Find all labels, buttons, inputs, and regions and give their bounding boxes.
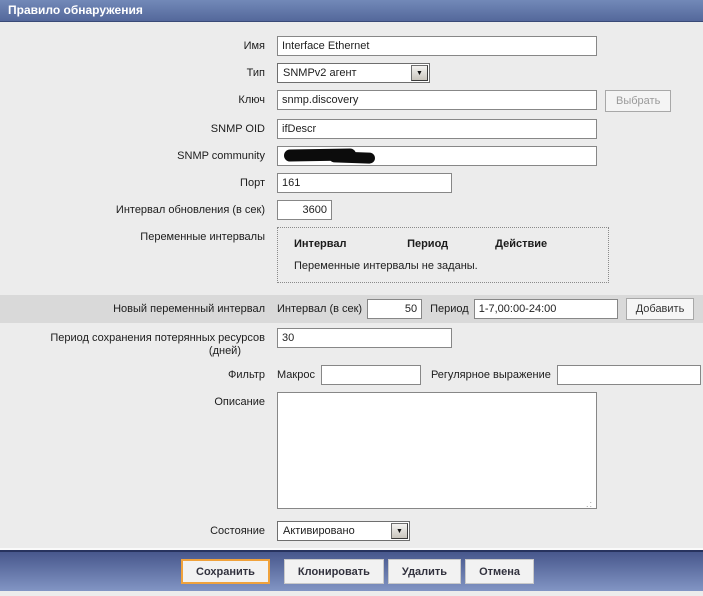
flexible-intervals-empty-text: Переменные интервалы не заданы. (294, 260, 478, 272)
save-button[interactable]: Сохранить (181, 559, 270, 584)
column-header-action: Действие (495, 238, 548, 250)
update-interval-input[interactable] (277, 200, 332, 220)
row-key: Ключ Выбрать (0, 90, 703, 112)
row-name: Имя (0, 36, 703, 56)
chevron-down-icon: ▼ (411, 65, 428, 81)
row-flexible-intervals: Переменные интервалы Интервал Период Дей… (0, 227, 703, 283)
description-textarea[interactable] (277, 392, 597, 509)
flexible-intervals-box: Интервал Период Действие Переменные инте… (277, 227, 609, 283)
row-description: Описание .: (0, 392, 703, 512)
port-input[interactable] (277, 173, 452, 193)
row-port: Порт (0, 173, 703, 193)
row-snmp-community: SNMP community (0, 146, 703, 166)
status-select[interactable]: Активировано ▼ (277, 521, 410, 541)
page-title: Правило обнаружения (0, 0, 703, 22)
update-interval-label: Интервал обновления (в сек) (115, 204, 265, 216)
name-label: Имя (243, 40, 265, 52)
description-label: Описание (214, 396, 265, 408)
clone-button[interactable]: Клонировать (283, 559, 384, 584)
key-select-button[interactable]: Выбрать (605, 90, 672, 112)
keep-lost-resources-label-line2: (дней) (208, 345, 241, 357)
row-update-interval: Интервал обновления (в сек) (0, 200, 703, 220)
status-select-value: Активировано (283, 525, 355, 537)
new-flexible-interval-label: Новый переменный интервал (113, 302, 265, 315)
row-type: Тип SNMPv2 агент ▼ (0, 63, 703, 83)
type-select-value: SNMPv2 агент (283, 67, 357, 79)
row-keep-lost-resources: Период сохранения потерянных ресурсов (д… (0, 328, 703, 358)
new-flexible-interval-band: Новый переменный интервал Интервал (в се… (0, 295, 703, 323)
add-interval-button[interactable]: Добавить (625, 298, 695, 320)
type-label: Тип (246, 67, 265, 79)
chevron-down-icon: ▼ (391, 523, 408, 539)
filter-regexp-label: Регулярное выражение (430, 369, 551, 381)
cancel-button[interactable]: Отмена (465, 559, 535, 584)
footer-button-bar: Сохранить Клонировать Удалить Отмена (0, 552, 703, 591)
status-label: Состояние (210, 525, 265, 537)
delete-button[interactable]: Удалить (387, 559, 462, 584)
footer: Сохранить Клонировать Удалить Отмена (0, 548, 703, 596)
keep-lost-resources-label: Период сохранения потерянных ресурсов (д… (0, 328, 265, 358)
keep-lost-resources-label-line1: Период сохранения потерянных ресурсов (50, 332, 265, 344)
filter-macro-label: Макрос (277, 369, 315, 381)
column-header-period: Период (407, 238, 449, 250)
flexible-intervals-label: Переменные интервалы (140, 231, 265, 243)
row-filter: Фильтр Макрос Регулярное выражение (0, 365, 703, 385)
new-interval-seconds-label: Интервал (в сек) (277, 303, 363, 315)
column-header-interval: Интервал (294, 238, 347, 250)
key-label: Ключ (238, 94, 265, 106)
keep-lost-resources-input[interactable] (277, 328, 452, 348)
discovery-rule-page: Правило обнаружения Имя Тип SNMPv2 агент… (0, 0, 703, 596)
resize-grip-icon[interactable]: .: (586, 499, 593, 509)
discovery-rule-form: Имя Тип SNMPv2 агент ▼ Ключ Выбрать (0, 22, 703, 548)
filter-label: Фильтр (228, 369, 265, 381)
footer-bottom-strip (0, 591, 703, 596)
filter-macro-input[interactable] (320, 365, 421, 385)
key-input[interactable] (277, 90, 597, 110)
row-snmp-oid: SNMP OID (0, 119, 703, 139)
new-interval-input[interactable] (367, 299, 423, 319)
snmp-oid-label: SNMP OID (210, 123, 265, 135)
new-period-input[interactable] (473, 299, 618, 319)
redaction-mark (328, 151, 376, 164)
snmp-community-label: SNMP community (177, 150, 265, 162)
snmp-oid-input[interactable] (277, 119, 597, 139)
port-label: Порт (240, 177, 265, 189)
filter-regexp-input[interactable] (556, 365, 701, 385)
flexible-intervals-headers: Интервал Период Действие (294, 238, 608, 250)
row-status: Состояние Активировано ▼ (0, 521, 703, 541)
name-input[interactable] (277, 36, 597, 56)
type-select[interactable]: SNMPv2 агент ▼ (277, 63, 430, 83)
new-period-label: Период (430, 303, 469, 315)
